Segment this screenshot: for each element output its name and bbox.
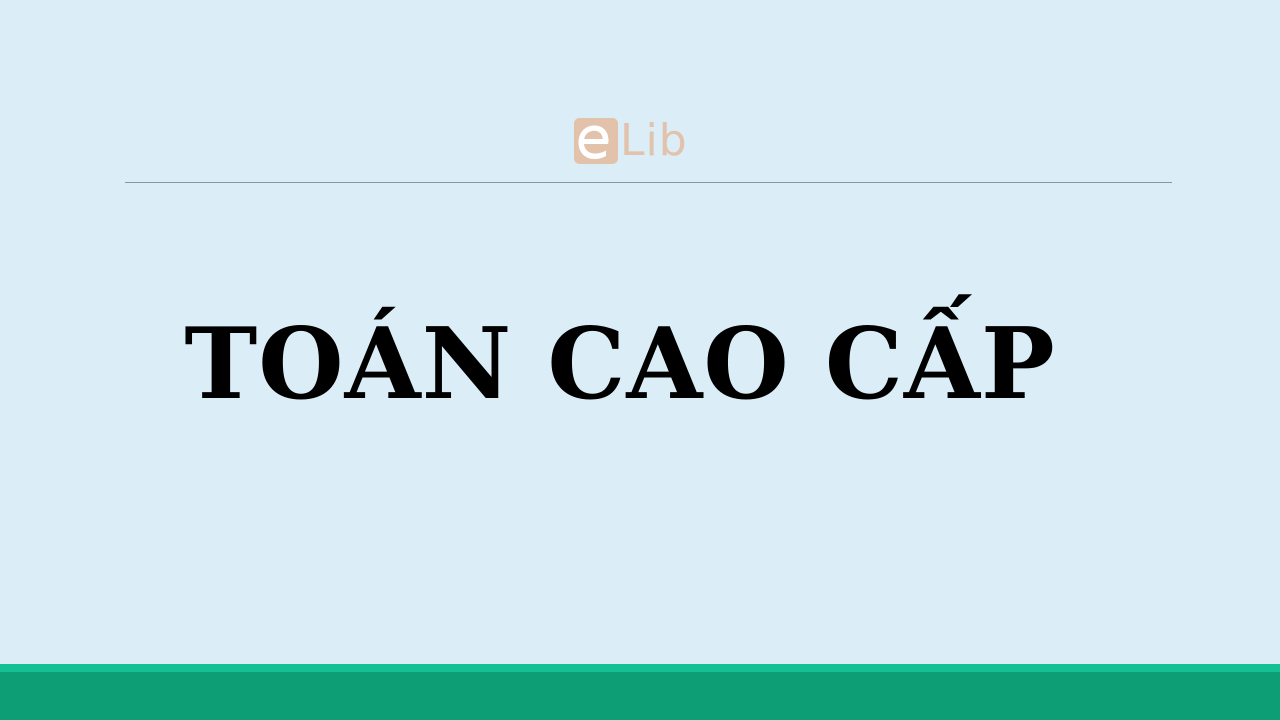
logo-e-mark: e (574, 118, 618, 164)
footer-bar (0, 672, 1280, 720)
footer-accent-stripe (0, 664, 1280, 672)
slide-title: TOÁN CAO CẤP (184, 307, 1056, 422)
elib-logo: e Lib (574, 117, 688, 165)
logo-e-icon (574, 118, 618, 164)
logo-lib-text: Lib (620, 115, 688, 166)
header-divider (125, 182, 1172, 183)
